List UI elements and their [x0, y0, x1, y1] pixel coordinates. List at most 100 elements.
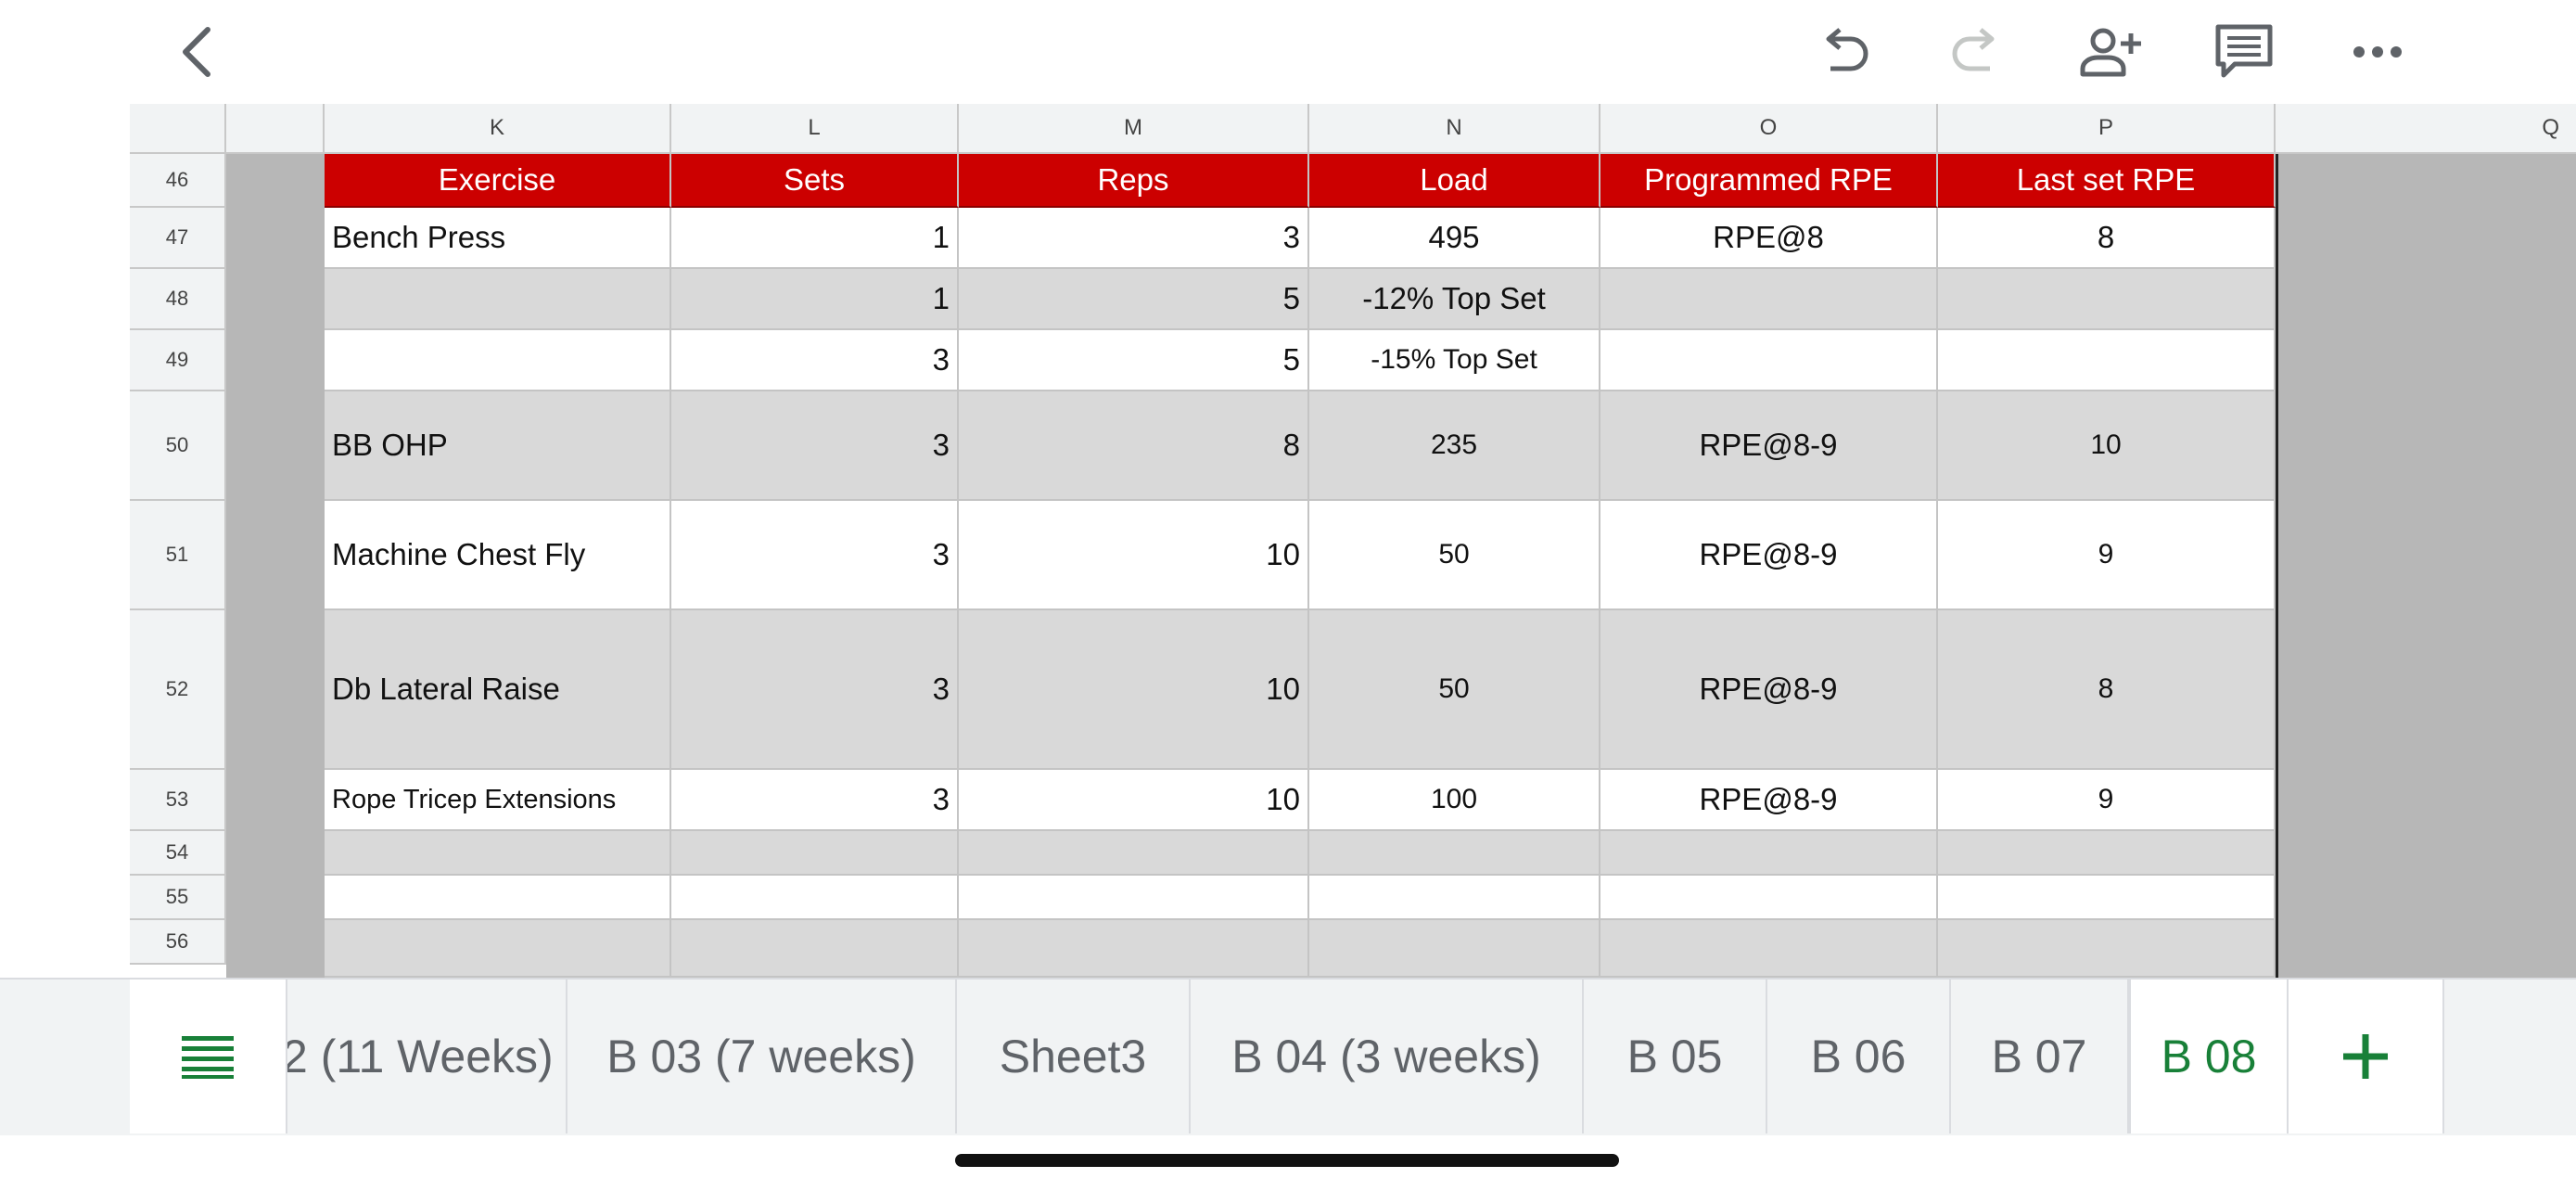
sheet-tab[interactable]: B 07	[1951, 980, 2129, 1133]
empty-cell[interactable]	[959, 920, 1309, 978]
table-cell[interactable]: 3	[671, 610, 959, 770]
table-cell[interactable]: 5	[959, 330, 1309, 391]
table-cell[interactable]: Machine Chest Fly	[325, 501, 671, 610]
column-header-Q[interactable]: Q	[2276, 104, 2576, 154]
table-cell[interactable]: 3	[671, 770, 959, 831]
table-cell[interactable]: 50	[1309, 610, 1600, 770]
table-cell[interactable]: 10	[1938, 391, 2276, 501]
column-header-M[interactable]: M	[959, 104, 1309, 154]
table-cell[interactable]: 1	[671, 208, 959, 269]
table-cell[interactable]: 10	[959, 770, 1309, 831]
table-cell[interactable]: 235	[1309, 391, 1600, 501]
row-header[interactable]: 54	[130, 831, 226, 876]
sheet-tab-active[interactable]: B 08	[2129, 980, 2289, 1133]
sheet-list-icon[interactable]	[130, 980, 287, 1133]
table-cell[interactable]	[1600, 330, 1938, 391]
row-header[interactable]: 48	[130, 269, 226, 330]
row-header[interactable]: 50	[130, 391, 226, 501]
table-cell[interactable]: 495	[1309, 208, 1600, 269]
table-cell[interactable]: RPE@8-9	[1600, 501, 1938, 610]
header-cell-sets[interactable]: Sets	[671, 154, 959, 208]
table-cell[interactable]: 10	[959, 610, 1309, 770]
header-cell-exercise[interactable]: Exercise	[325, 154, 671, 208]
table-cell[interactable]: -15% Top Set	[1309, 330, 1600, 391]
table-cell[interactable]: RPE@8-9	[1600, 610, 1938, 770]
row-header[interactable]: 52	[130, 610, 226, 770]
home-indicator[interactable]	[955, 1154, 1619, 1167]
header-cell-last-set-rpe[interactable]: Last set RPE	[1938, 154, 2276, 208]
table-cell[interactable]: 1	[671, 269, 959, 330]
empty-cell[interactable]	[959, 876, 1309, 920]
table-cell[interactable]: 3	[671, 391, 959, 501]
table-cell[interactable]: 9	[1938, 501, 2276, 610]
empty-cell[interactable]	[1309, 920, 1600, 978]
table-cell[interactable]	[1938, 269, 2276, 330]
column-header-L[interactable]: L	[671, 104, 959, 154]
empty-cell[interactable]	[1938, 920, 2276, 978]
empty-cell[interactable]	[671, 831, 959, 876]
empty-cell[interactable]	[1938, 876, 2276, 920]
corner-header[interactable]	[130, 104, 226, 154]
sheet-tab[interactable]: B 05	[1584, 980, 1767, 1133]
table-cell[interactable]: 5	[959, 269, 1309, 330]
empty-cell[interactable]	[671, 876, 959, 920]
table-cell[interactable]: RPE@8-9	[1600, 391, 1938, 501]
sheet-tab[interactable]: B 06	[1767, 980, 1951, 1133]
table-cell[interactable]: 3	[959, 208, 1309, 269]
column-header-P[interactable]: P	[1938, 104, 2276, 154]
empty-cell[interactable]	[1938, 831, 2276, 876]
empty-cell[interactable]	[1600, 876, 1938, 920]
sheet-tab[interactable]: Sheet3	[957, 980, 1191, 1133]
table-cell[interactable]	[325, 330, 671, 391]
empty-cell[interactable]	[325, 920, 671, 978]
table-cell[interactable]: -12% Top Set	[1309, 269, 1600, 330]
spreadsheet-grid[interactable]: K L M N O P Q 46 47 48 49 50 51 52 53 54…	[0, 104, 2576, 978]
column-header-N[interactable]: N	[1309, 104, 1600, 154]
chevron-left-icon[interactable]	[158, 15, 236, 89]
sheet-tab[interactable]: B 04 (3 weeks)	[1191, 980, 1584, 1133]
table-cell[interactable]: 8	[1938, 208, 2276, 269]
table-cell[interactable]: RPE@8-9	[1600, 770, 1938, 831]
table-cell[interactable]	[325, 269, 671, 330]
row-header[interactable]: 47	[130, 208, 226, 269]
table-cell[interactable]: 3	[671, 501, 959, 610]
table-cell[interactable]: 8	[1938, 610, 2276, 770]
more-horizontal-icon[interactable]	[2339, 15, 2417, 89]
table-cell[interactable]: RPE@8	[1600, 208, 1938, 269]
add-person-icon[interactable]	[2072, 15, 2149, 89]
table-cell[interactable]: 100	[1309, 770, 1600, 831]
plus-icon[interactable]	[2289, 980, 2444, 1133]
redo-icon[interactable]	[1938, 15, 2016, 89]
empty-cell[interactable]	[325, 831, 671, 876]
empty-cell[interactable]	[325, 876, 671, 920]
table-cell[interactable]: BB OHP	[325, 391, 671, 501]
row-header[interactable]: 46	[130, 154, 226, 208]
column-header-O[interactable]: O	[1600, 104, 1938, 154]
header-cell-load[interactable]: Load	[1309, 154, 1600, 208]
row-header[interactable]: 51	[130, 501, 226, 610]
row-header[interactable]: 55	[130, 876, 226, 920]
table-cell[interactable]: 3	[671, 330, 959, 391]
table-cell[interactable]: Db Lateral Raise	[325, 610, 671, 770]
header-cell-reps[interactable]: Reps	[959, 154, 1309, 208]
empty-cell[interactable]	[959, 831, 1309, 876]
column-header-J[interactable]	[226, 104, 325, 154]
table-cell[interactable]: Rope Tricep Extensions	[325, 770, 671, 831]
row-header[interactable]: 56	[130, 920, 226, 965]
empty-cell[interactable]	[1309, 876, 1600, 920]
table-cell[interactable]: 10	[959, 501, 1309, 610]
sheet-tab[interactable]: 2 (11 Weeks)	[287, 980, 567, 1133]
row-header[interactable]: 49	[130, 330, 226, 391]
comment-icon[interactable]	[2205, 15, 2283, 89]
table-cell[interactable]	[1600, 269, 1938, 330]
table-cell[interactable]	[1938, 330, 2276, 391]
table-cell[interactable]: 8	[959, 391, 1309, 501]
empty-cell[interactable]	[1600, 920, 1938, 978]
row-header[interactable]: 53	[130, 770, 226, 831]
table-cell[interactable]: 9	[1938, 770, 2276, 831]
table-cell[interactable]: Bench Press	[325, 208, 671, 269]
table-cell[interactable]: 50	[1309, 501, 1600, 610]
empty-cell[interactable]	[1600, 831, 1938, 876]
header-cell-programmed-rpe[interactable]: Programmed RPE	[1600, 154, 1938, 208]
undo-icon[interactable]	[1804, 15, 1882, 89]
